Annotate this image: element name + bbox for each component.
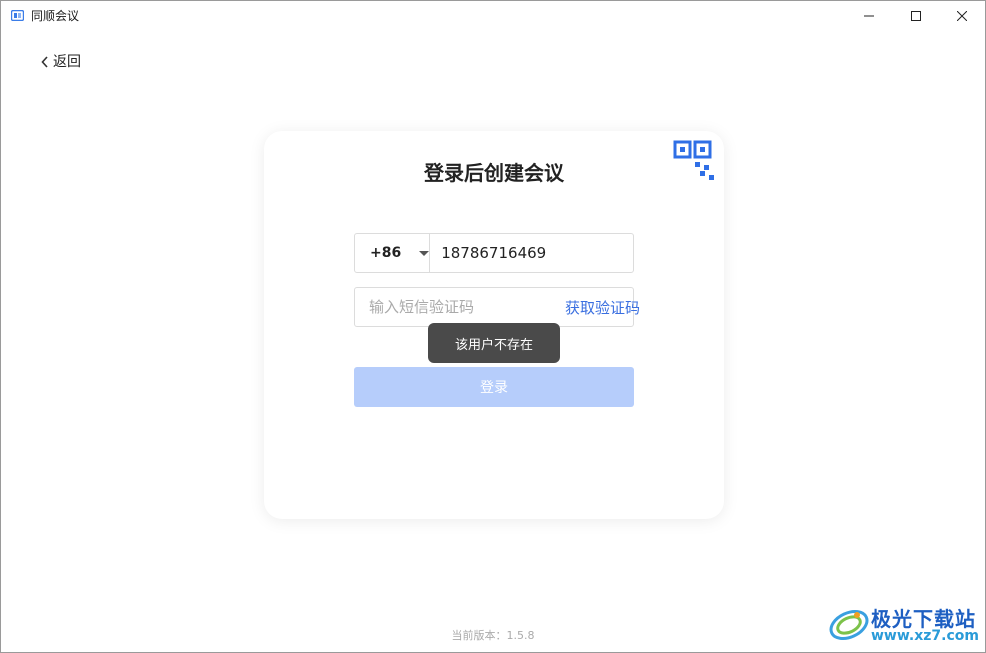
caret-down-icon [419,250,430,256]
watermark-url: www.xz7.com [871,628,979,644]
watermark-swirl-icon [829,609,869,641]
country-code-select[interactable]: +86 [355,234,431,272]
back-label: 返回 [53,54,81,70]
back-button[interactable]: 返回 [41,53,81,71]
title-bar[interactable]: 同顺会议 [1,1,985,31]
window-title: 同顺会议 [31,9,80,23]
get-code-button[interactable]: 获取验证码 [565,297,640,318]
close-icon [957,11,967,21]
app-window: 同顺会议 返回 登录后创建会议 +86 18786716469 输入短信验证码 … [0,0,986,653]
login-card: 登录后创建会议 +86 获取验证码 登录 该用户不存在 [264,131,724,519]
login-button[interactable]: 登录 [354,367,634,407]
maximize-button[interactable] [893,1,939,31]
minimize-icon [864,15,874,17]
watermark-logo: 极光下载站 www.xz7.com [827,601,979,647]
app-logo-icon [11,10,24,21]
minimize-button[interactable] [846,1,892,31]
country-code-value: +86 [370,245,402,261]
maximize-icon [911,11,921,21]
sms-code-field-group: 获取验证码 [354,287,640,327]
phone-input[interactable] [430,234,638,272]
sms-code-input[interactable] [355,288,565,326]
phone-field-group: +86 [354,233,638,273]
card-title: 登录后创建会议 [424,161,564,185]
error-toast: 该用户不存在 [428,323,560,363]
chevron-left-icon [41,56,48,68]
close-button[interactable] [939,1,985,31]
